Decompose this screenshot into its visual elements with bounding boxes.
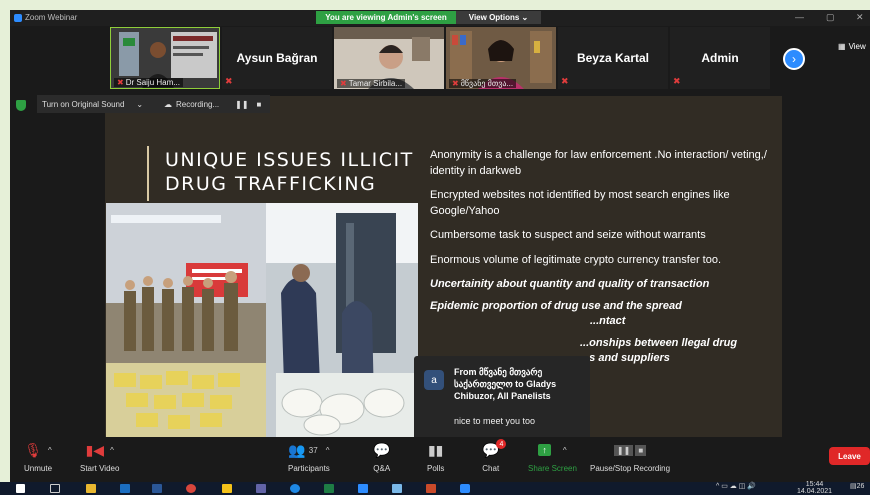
start-icon[interactable] — [16, 484, 25, 493]
slide-bullets: Anonymity is a challenge for law enforce… — [430, 148, 775, 367]
chat-notification-popup[interactable]: a From მწვანე მთვარე საქართველო to Glady… — [414, 356, 590, 440]
qa-icon: 💬 — [373, 441, 391, 458]
name-tile-beyza[interactable]: Beyza Kartal ✖ — [558, 27, 668, 89]
view-options-button[interactable]: View Options ⌄ — [456, 11, 541, 24]
viewing-banner: You are viewing Admin's screen — [316, 11, 456, 24]
name-tile-admin[interactable]: Admin ✖ — [670, 27, 770, 89]
cloud-record-icon: ☁ — [164, 99, 172, 109]
chat-message: nice to meet you too — [454, 416, 536, 426]
view-button[interactable]: ▦ View — [838, 42, 866, 51]
drug-seizure-photo — [106, 203, 418, 437]
tile-name: Beyza Kartal — [576, 51, 650, 65]
pause-stop-recording-button[interactable]: ❚❚ ■ Pause/Stop Recording — [590, 441, 670, 473]
edge-icon[interactable] — [290, 484, 300, 493]
tile-name-label: ✖ Dr Saiju Ham... — [114, 78, 183, 87]
name-tile-aysun[interactable]: Aysun Bağran ✖ — [222, 27, 332, 89]
notification-center[interactable]: ▤26 — [850, 483, 864, 491]
security-shield-icon[interactable] — [16, 100, 26, 111]
mic-muted-icon: ✖ — [561, 76, 569, 86]
chevron-up-icon[interactable]: ^ — [48, 446, 52, 455]
window-title: Zoom Webinar — [25, 13, 78, 22]
share-screen-icon: ↑ — [538, 444, 551, 456]
zoom-window: Zoom Webinar You are viewing Admin's scr… — [10, 10, 870, 482]
start-video-button[interactable]: ▮◀ ^ Start Video — [80, 441, 119, 474]
bullet-item: Encrypted websites not identified by mos… — [430, 189, 730, 217]
file-explorer-icon[interactable] — [86, 484, 96, 493]
bullet-emphasis: Uncertainity about quantity and quality … — [430, 278, 710, 290]
mic-muted-icon: ✖ — [117, 78, 124, 87]
sticky-notes-icon[interactable] — [222, 484, 232, 493]
close-icon[interactable]: ✕ — [856, 12, 864, 23]
polls-button[interactable]: ▮▮ Polls — [427, 441, 444, 474]
original-sound-button[interactable]: Turn on Original Sound ⌄ — [37, 95, 159, 113]
app-icon[interactable] — [392, 484, 402, 493]
chat-avatar: a — [424, 370, 444, 390]
tile-name-label: ✖ მწვანე მთვა... — [449, 79, 517, 88]
mic-muted-icon: ✖ — [452, 79, 459, 88]
chevron-up-icon[interactable]: ^ — [110, 446, 114, 455]
tile-name: Admin — [701, 51, 739, 65]
stop-icon: ■ — [635, 444, 647, 456]
chevron-up-icon[interactable]: ^ — [563, 446, 567, 455]
chevron-right-icon: › — [792, 52, 796, 66]
clock[interactable]: 15:44 14.04.2021 — [797, 481, 832, 495]
title-bar: Zoom Webinar You are viewing Admin's scr… — [10, 10, 870, 26]
word-icon[interactable] — [152, 484, 162, 493]
task-view-icon[interactable] — [50, 484, 60, 493]
chat-from-line: From მწვანე მთვარე საქართველო to Gladys … — [454, 367, 557, 401]
chevron-up-icon[interactable]: ^ — [326, 446, 330, 455]
mic-muted-icon: ✖ — [340, 79, 347, 88]
video-tile-mtsvane[interactable]: ✖ მწვანე მთვა... — [446, 27, 556, 89]
grid-icon: ▦ — [838, 42, 846, 51]
polls-icon: ▮▮ — [427, 441, 444, 458]
mic-muted-icon: 🎙 — [24, 441, 43, 458]
bullet-item: Cumbersome task to suspect and seize wit… — [430, 229, 706, 241]
recording-indicator: ☁ Recording... ❚❚ ■ — [158, 95, 270, 113]
windows-taskbar: ^ ▭ ☁ ◫ 🔊 15:44 14.04.2021 ▤26 — [0, 481, 870, 495]
qa-button[interactable]: 💬 Q&A — [373, 441, 391, 474]
calendar-icon[interactable] — [358, 484, 368, 493]
video-tile-tamar[interactable]: ✖ Tamar Sirbila... — [334, 27, 444, 89]
next-page-button[interactable]: › — [783, 48, 805, 70]
pause-icon: ❚❚ — [613, 444, 634, 456]
leave-button[interactable]: Leave — [829, 447, 870, 465]
bullet-emphasis-partial: ...s and suppliers — [580, 352, 670, 364]
video-off-icon: ▮◀ — [85, 441, 105, 458]
chrome-icon[interactable] — [186, 484, 196, 493]
slide-photo — [106, 203, 418, 437]
powerpoint-icon[interactable] — [426, 484, 436, 493]
outlook-icon[interactable] — [120, 484, 130, 493]
zoom-taskbar-icon[interactable] — [460, 484, 470, 493]
minimize-icon[interactable]: — — [795, 12, 804, 22]
chat-button[interactable]: 💬 4 Chat — [482, 439, 507, 473]
bullet-emphasis-partial: ...ntact — [590, 315, 626, 327]
unmute-button[interactable]: 🎙 ^ Unmute — [24, 441, 52, 474]
zoom-logo-icon — [14, 13, 22, 22]
bullet-item: Enormous volume of legitimate crypto cur… — [430, 253, 722, 266]
participant-strip: ✖ Dr Saiju Ham... Aysun Bağran ✖ ✖ Tamar S… — [10, 26, 870, 100]
participants-count: 37 — [308, 445, 318, 455]
title-accent-bar — [147, 146, 149, 201]
participants-button[interactable]: 👥 37 ^ Participants — [288, 441, 330, 474]
chat-badge: 4 — [496, 439, 507, 449]
mic-muted-icon: ✖ — [225, 76, 233, 86]
participants-icon: 👥 — [288, 441, 306, 458]
chevron-down-icon: ⌄ — [136, 99, 144, 109]
maximize-icon[interactable]: ▢ — [826, 12, 835, 23]
bullet-item: Anonymity is a challenge for law enforce… — [430, 149, 767, 177]
meeting-toolbar: 🎙 ^ Unmute ▮◀ ^ Start Video 👥 37 ^ Participa… — [10, 437, 870, 482]
tile-name: Aysun Bağran — [236, 51, 318, 65]
teams-icon[interactable] — [256, 484, 266, 493]
bullet-emphasis: Epidemic proportion of drug use and the … — [430, 299, 682, 312]
slide-title: UNIQUE ISSUES ILLICIT DRUG TRAFFICKING — [165, 149, 414, 195]
share-screen-button[interactable]: ↑ ^ Share Screen — [528, 441, 577, 473]
video-tile-dr-saiju[interactable]: ✖ Dr Saiju Ham... — [110, 27, 220, 89]
tile-name-label: ✖ Tamar Sirbila... — [337, 79, 406, 88]
mic-muted-icon: ✖ — [673, 76, 681, 86]
pause-recording-icon[interactable]: ❚❚ — [235, 100, 248, 109]
stop-recording-icon[interactable]: ■ — [257, 100, 262, 109]
excel-icon[interactable] — [324, 484, 334, 493]
bullet-emphasis-partial: ...onships between llegal drug — [580, 336, 738, 349]
system-tray-icons[interactable]: ^ ▭ ☁ ◫ 🔊 — [716, 483, 756, 491]
